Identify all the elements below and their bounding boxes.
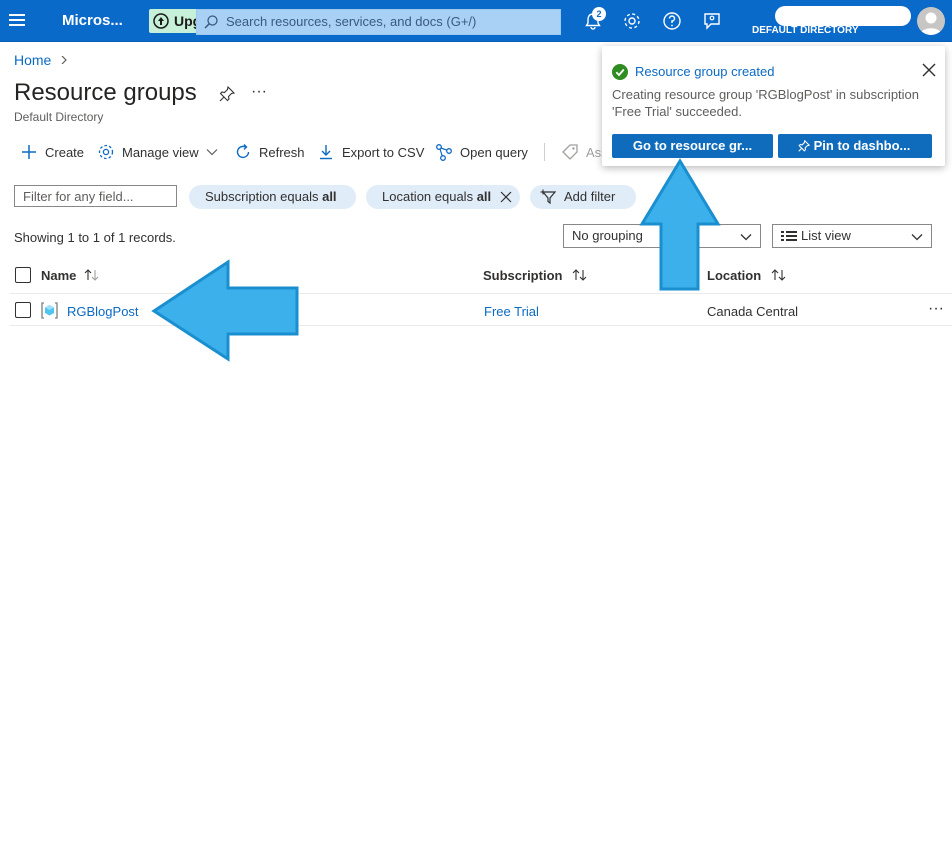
notification-toast: Resource group created Creating resource… <box>602 46 945 166</box>
subscription-filter-prefix: Subscription equals <box>205 189 319 204</box>
portal-brand[interactable]: Micros... <box>62 12 123 29</box>
plus-icon <box>22 145 36 159</box>
redaction-mark <box>775 6 911 26</box>
notification-badge: 2 <box>592 7 606 21</box>
refresh-icon <box>236 144 250 159</box>
assign-tags-button[interactable]: Ass <box>561 141 608 163</box>
pin-to-dashboard-button[interactable]: Pin to dashbo... <box>778 134 932 158</box>
chevron-right-icon <box>61 56 67 64</box>
avatar[interactable] <box>917 7 945 35</box>
manage-view-button[interactable]: Manage view <box>97 141 218 163</box>
chevron-down-icon <box>911 234 923 241</box>
list-icon <box>781 231 797 241</box>
export-csv-label: Export to CSV <box>342 144 425 160</box>
column-header-name[interactable]: Name <box>41 268 100 283</box>
page-subtitle: Default Directory <box>14 110 104 124</box>
column-subscription-label: Subscription <box>483 268 563 283</box>
subscription-link[interactable]: Free Trial <box>484 304 539 319</box>
tag-icon <box>562 144 578 160</box>
go-to-resource-group-button[interactable]: Go to resource gr... <box>612 134 773 158</box>
download-icon <box>320 145 332 160</box>
settings-icon <box>98 144 114 160</box>
gear-icon[interactable] <box>622 11 642 31</box>
hamburger-icon[interactable] <box>8 11 26 29</box>
refresh-label: Refresh <box>259 144 305 160</box>
refresh-button[interactable]: Refresh <box>234 141 305 163</box>
open-query-button[interactable]: Open query <box>435 141 528 163</box>
location-cell: Canada Central <box>707 304 799 319</box>
chevron-down-icon <box>740 234 752 241</box>
create-button[interactable]: Create <box>20 141 84 163</box>
checkmark-icon <box>612 64 628 80</box>
row-checkbox[interactable] <box>15 302 31 318</box>
grouping-selected: No grouping <box>572 228 643 243</box>
column-header-subscription[interactable]: Subscription <box>483 268 588 283</box>
pin-to-dashboard-label: Pin to dashbo... <box>813 138 911 153</box>
query-icon <box>436 144 452 161</box>
page-title: Resource groups <box>14 79 197 106</box>
select-all-checkbox[interactable] <box>15 267 31 283</box>
global-search-input[interactable]: Search resources, services, and docs (G+… <box>196 9 561 35</box>
sort-icon <box>84 269 99 281</box>
export-csv-button[interactable]: Export to CSV <box>317 141 424 163</box>
manage-view-label: Manage view <box>122 144 199 160</box>
search-placeholder: Search resources, services, and docs (G+… <box>226 14 477 29</box>
resource-group-link[interactable]: RGBlogPost <box>67 304 139 319</box>
pin-icon[interactable] <box>219 86 235 102</box>
page-more-button[interactable]: ··· <box>251 83 267 101</box>
command-separator <box>544 143 545 161</box>
filter-icon <box>540 189 557 205</box>
records-count: Showing 1 to 1 of 1 records. <box>14 230 176 245</box>
upgrade-banner[interactable]: Upg <box>149 9 201 33</box>
feedback-icon[interactable] <box>702 11 722 31</box>
sort-icon <box>572 269 587 281</box>
chevron-down-icon <box>206 149 218 156</box>
location-filter-pill[interactable]: Location equals all <box>366 185 520 209</box>
subscription-filter-pill[interactable]: Subscription equals all <box>189 185 356 209</box>
filter-input[interactable]: Filter for any field... <box>14 185 177 207</box>
close-icon[interactable] <box>922 63 936 77</box>
account-directory[interactable]: DEFAULT DIRECTORY <box>752 25 858 36</box>
create-label: Create <box>45 144 85 160</box>
add-filter-button[interactable]: Add filter <box>530 185 636 209</box>
view-selected: List view <box>801 228 851 243</box>
top-bar: Micros... Upg Search resources, services… <box>0 0 952 42</box>
add-filter-label: Add filter <box>564 189 616 204</box>
row-more-button[interactable]: ··· <box>928 300 944 318</box>
callout-arrow-up <box>639 158 721 291</box>
toast-message: Creating resource group 'RGBlogPost' in … <box>612 87 920 119</box>
callout-arrow-left <box>151 259 299 362</box>
sort-icon <box>771 269 786 281</box>
column-name-label: Name <box>41 268 77 283</box>
search-icon <box>204 15 218 29</box>
pin-icon <box>798 140 810 152</box>
avatar-icon <box>920 12 942 35</box>
subscription-filter-value: all <box>322 189 337 204</box>
location-filter-prefix: Location equals <box>382 189 474 204</box>
location-filter-value: all <box>476 189 492 204</box>
upgrade-icon <box>153 13 169 29</box>
resource-group-icon <box>41 302 58 319</box>
breadcrumb-home[interactable]: Home <box>14 52 51 68</box>
view-dropdown[interactable]: List view <box>772 224 932 248</box>
toast-title: Resource group created <box>635 64 775 79</box>
help-icon[interactable] <box>662 11 682 31</box>
remove-filter-icon[interactable] <box>500 191 512 203</box>
open-query-label: Open query <box>460 144 528 160</box>
